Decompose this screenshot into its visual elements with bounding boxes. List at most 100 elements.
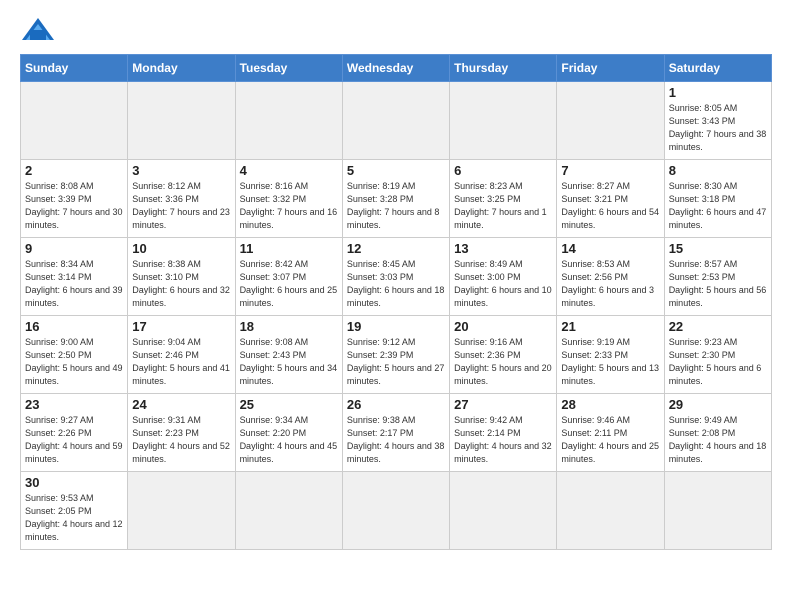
day-number: 1: [669, 85, 767, 100]
calendar-day-cell: 21Sunrise: 9:19 AM Sunset: 2:33 PM Dayli…: [557, 316, 664, 394]
header-tuesday: Tuesday: [235, 55, 342, 82]
day-info: Sunrise: 8:12 AM Sunset: 3:36 PM Dayligh…: [132, 180, 230, 232]
calendar-day-cell: 28 Sunrise: 9:46 AM Sunset: 2:11 PM Dayli…: [557, 394, 664, 472]
calendar-week-row: 1 Sunrise: 8:05 AM Sunset: 3:43 PM Daylig…: [21, 82, 772, 160]
calendar-day-cell: 4Sunrise: 8:16 AM Sunset: 3:32 PM Daylig…: [235, 160, 342, 238]
calendar-day-cell: 1 Sunrise: 8:05 AM Sunset: 3:43 PM Daylig…: [664, 82, 771, 160]
day-number: 23: [25, 397, 123, 412]
day-number: 28: [561, 397, 659, 412]
day-info: Sunrise: 8:49 AM Sunset: 3:00 PM Dayligh…: [454, 258, 552, 310]
day-info: Sunrise: 9:00 AM Sunset: 2:50 PM Dayligh…: [25, 336, 123, 388]
day-number: 30: [25, 475, 123, 490]
calendar-day-cell: [450, 472, 557, 550]
day-number: 4: [240, 163, 338, 178]
day-info: Sunrise: 8:57 AM Sunset: 2:53 PM Dayligh…: [669, 258, 767, 310]
calendar-day-cell: 14Sunrise: 8:53 AM Sunset: 2:56 PM Dayli…: [557, 238, 664, 316]
calendar-day-cell: 19 Sunrise: 9:12 AM Sunset: 2:39 PM Dayli…: [342, 316, 449, 394]
calendar-day-cell: 30 Sunrise: 9:53 AM Sunset: 2:05 PM Dayli…: [21, 472, 128, 550]
calendar-day-cell: 2 Sunrise: 8:08 AM Sunset: 3:39 PM Daylig…: [21, 160, 128, 238]
day-info: Sunrise: 8:42 AM Sunset: 3:07 PM Dayligh…: [240, 258, 338, 310]
day-number: 11: [240, 241, 338, 256]
day-info: Sunrise: 9:53 AM Sunset: 2:05 PM Dayligh…: [25, 492, 123, 544]
day-info: Sunrise: 9:42 AM Sunset: 2:14 PM Dayligh…: [454, 414, 552, 466]
day-info: Sunrise: 8:53 AM Sunset: 2:56 PM Dayligh…: [561, 258, 659, 310]
day-info: Sunrise: 8:30 AM Sunset: 3:18 PM Dayligh…: [669, 180, 767, 232]
calendar-day-cell: [342, 472, 449, 550]
day-info: Sunrise: 9:23 AM Sunset: 2:30 PM Dayligh…: [669, 336, 767, 388]
day-info: Sunrise: 9:04 AM Sunset: 2:46 PM Dayligh…: [132, 336, 230, 388]
day-number: 6: [454, 163, 552, 178]
day-info: Sunrise: 8:45 AM Sunset: 3:03 PM Dayligh…: [347, 258, 445, 310]
day-info: Sunrise: 8:23 AM Sunset: 3:25 PM Dayligh…: [454, 180, 552, 232]
day-info: Sunrise: 9:31 AM Sunset: 2:23 PM Dayligh…: [132, 414, 230, 466]
calendar-day-cell: 12 Sunrise: 8:45 AM Sunset: 3:03 PM Dayli…: [342, 238, 449, 316]
calendar-day-cell: 27 Sunrise: 9:42 AM Sunset: 2:14 PM Dayli…: [450, 394, 557, 472]
calendar-week-row: 16 Sunrise: 9:00 AM Sunset: 2:50 PM Dayli…: [21, 316, 772, 394]
calendar-day-cell: 3Sunrise: 8:12 AM Sunset: 3:36 PM Daylig…: [128, 160, 235, 238]
calendar-day-cell: 22 Sunrise: 9:23 AM Sunset: 2:30 PM Dayli…: [664, 316, 771, 394]
day-number: 25: [240, 397, 338, 412]
day-number: 17: [132, 319, 230, 334]
day-info: Sunrise: 9:16 AM Sunset: 2:36 PM Dayligh…: [454, 336, 552, 388]
day-number: 12: [347, 241, 445, 256]
calendar-week-row: 23Sunrise: 9:27 AM Sunset: 2:26 PM Dayli…: [21, 394, 772, 472]
day-number: 7: [561, 163, 659, 178]
calendar-day-cell: [235, 472, 342, 550]
calendar-day-cell: [21, 82, 128, 160]
calendar-day-cell: [342, 82, 449, 160]
header: [20, 16, 772, 44]
header-monday: Monday: [128, 55, 235, 82]
calendar-table: SundayMondayTuesdayWednesdayThursdayFrid…: [20, 54, 772, 550]
calendar-day-cell: 13 Sunrise: 8:49 AM Sunset: 3:00 PM Dayli…: [450, 238, 557, 316]
calendar-day-cell: 17 Sunrise: 9:04 AM Sunset: 2:46 PM Dayli…: [128, 316, 235, 394]
day-info: Sunrise: 9:38 AM Sunset: 2:17 PM Dayligh…: [347, 414, 445, 466]
day-number: 2: [25, 163, 123, 178]
logo-icon: [20, 16, 56, 44]
header-saturday: Saturday: [664, 55, 771, 82]
day-number: 24: [132, 397, 230, 412]
day-number: 29: [669, 397, 767, 412]
day-info: Sunrise: 9:46 AM Sunset: 2:11 PM Dayligh…: [561, 414, 659, 466]
day-number: 8: [669, 163, 767, 178]
day-number: 16: [25, 319, 123, 334]
calendar-week-row: 2 Sunrise: 8:08 AM Sunset: 3:39 PM Daylig…: [21, 160, 772, 238]
header-wednesday: Wednesday: [342, 55, 449, 82]
calendar-day-cell: 15Sunrise: 8:57 AM Sunset: 2:53 PM Dayli…: [664, 238, 771, 316]
calendar-day-cell: 8 Sunrise: 8:30 AM Sunset: 3:18 PM Daylig…: [664, 160, 771, 238]
day-info: Sunrise: 8:08 AM Sunset: 3:39 PM Dayligh…: [25, 180, 123, 232]
calendar-day-cell: [235, 82, 342, 160]
day-info: Sunrise: 8:34 AM Sunset: 3:14 PM Dayligh…: [25, 258, 123, 310]
day-info: Sunrise: 8:27 AM Sunset: 3:21 PM Dayligh…: [561, 180, 659, 232]
calendar-day-cell: [450, 82, 557, 160]
calendar-day-cell: 29 Sunrise: 9:49 AM Sunset: 2:08 PM Dayli…: [664, 394, 771, 472]
day-number: 26: [347, 397, 445, 412]
calendar-day-cell: 16 Sunrise: 9:00 AM Sunset: 2:50 PM Dayli…: [21, 316, 128, 394]
day-number: 9: [25, 241, 123, 256]
day-info: Sunrise: 8:05 AM Sunset: 3:43 PM Dayligh…: [669, 102, 767, 154]
calendar-day-cell: 18Sunrise: 9:08 AM Sunset: 2:43 PM Dayli…: [235, 316, 342, 394]
calendar-day-cell: 23Sunrise: 9:27 AM Sunset: 2:26 PM Dayli…: [21, 394, 128, 472]
day-number: 5: [347, 163, 445, 178]
day-number: 27: [454, 397, 552, 412]
header-sunday: Sunday: [21, 55, 128, 82]
day-info: Sunrise: 9:08 AM Sunset: 2:43 PM Dayligh…: [240, 336, 338, 388]
day-info: Sunrise: 9:49 AM Sunset: 2:08 PM Dayligh…: [669, 414, 767, 466]
calendar-day-cell: [664, 472, 771, 550]
day-number: 19: [347, 319, 445, 334]
calendar-day-cell: 9 Sunrise: 8:34 AM Sunset: 3:14 PM Daylig…: [21, 238, 128, 316]
day-number: 20: [454, 319, 552, 334]
calendar-day-cell: 11 Sunrise: 8:42 AM Sunset: 3:07 PM Dayli…: [235, 238, 342, 316]
calendar-day-cell: 25 Sunrise: 9:34 AM Sunset: 2:20 PM Dayli…: [235, 394, 342, 472]
header-thursday: Thursday: [450, 55, 557, 82]
calendar-day-cell: [128, 82, 235, 160]
calendar-day-cell: 24 Sunrise: 9:31 AM Sunset: 2:23 PM Dayli…: [128, 394, 235, 472]
calendar-week-row: 9 Sunrise: 8:34 AM Sunset: 3:14 PM Daylig…: [21, 238, 772, 316]
day-info: Sunrise: 9:34 AM Sunset: 2:20 PM Dayligh…: [240, 414, 338, 466]
header-friday: Friday: [557, 55, 664, 82]
calendar-day-cell: 10Sunrise: 8:38 AM Sunset: 3:10 PM Dayli…: [128, 238, 235, 316]
day-number: 22: [669, 319, 767, 334]
day-number: 13: [454, 241, 552, 256]
day-info: Sunrise: 9:19 AM Sunset: 2:33 PM Dayligh…: [561, 336, 659, 388]
calendar-day-cell: 20 Sunrise: 9:16 AM Sunset: 2:36 PM Dayli…: [450, 316, 557, 394]
day-info: Sunrise: 9:12 AM Sunset: 2:39 PM Dayligh…: [347, 336, 445, 388]
